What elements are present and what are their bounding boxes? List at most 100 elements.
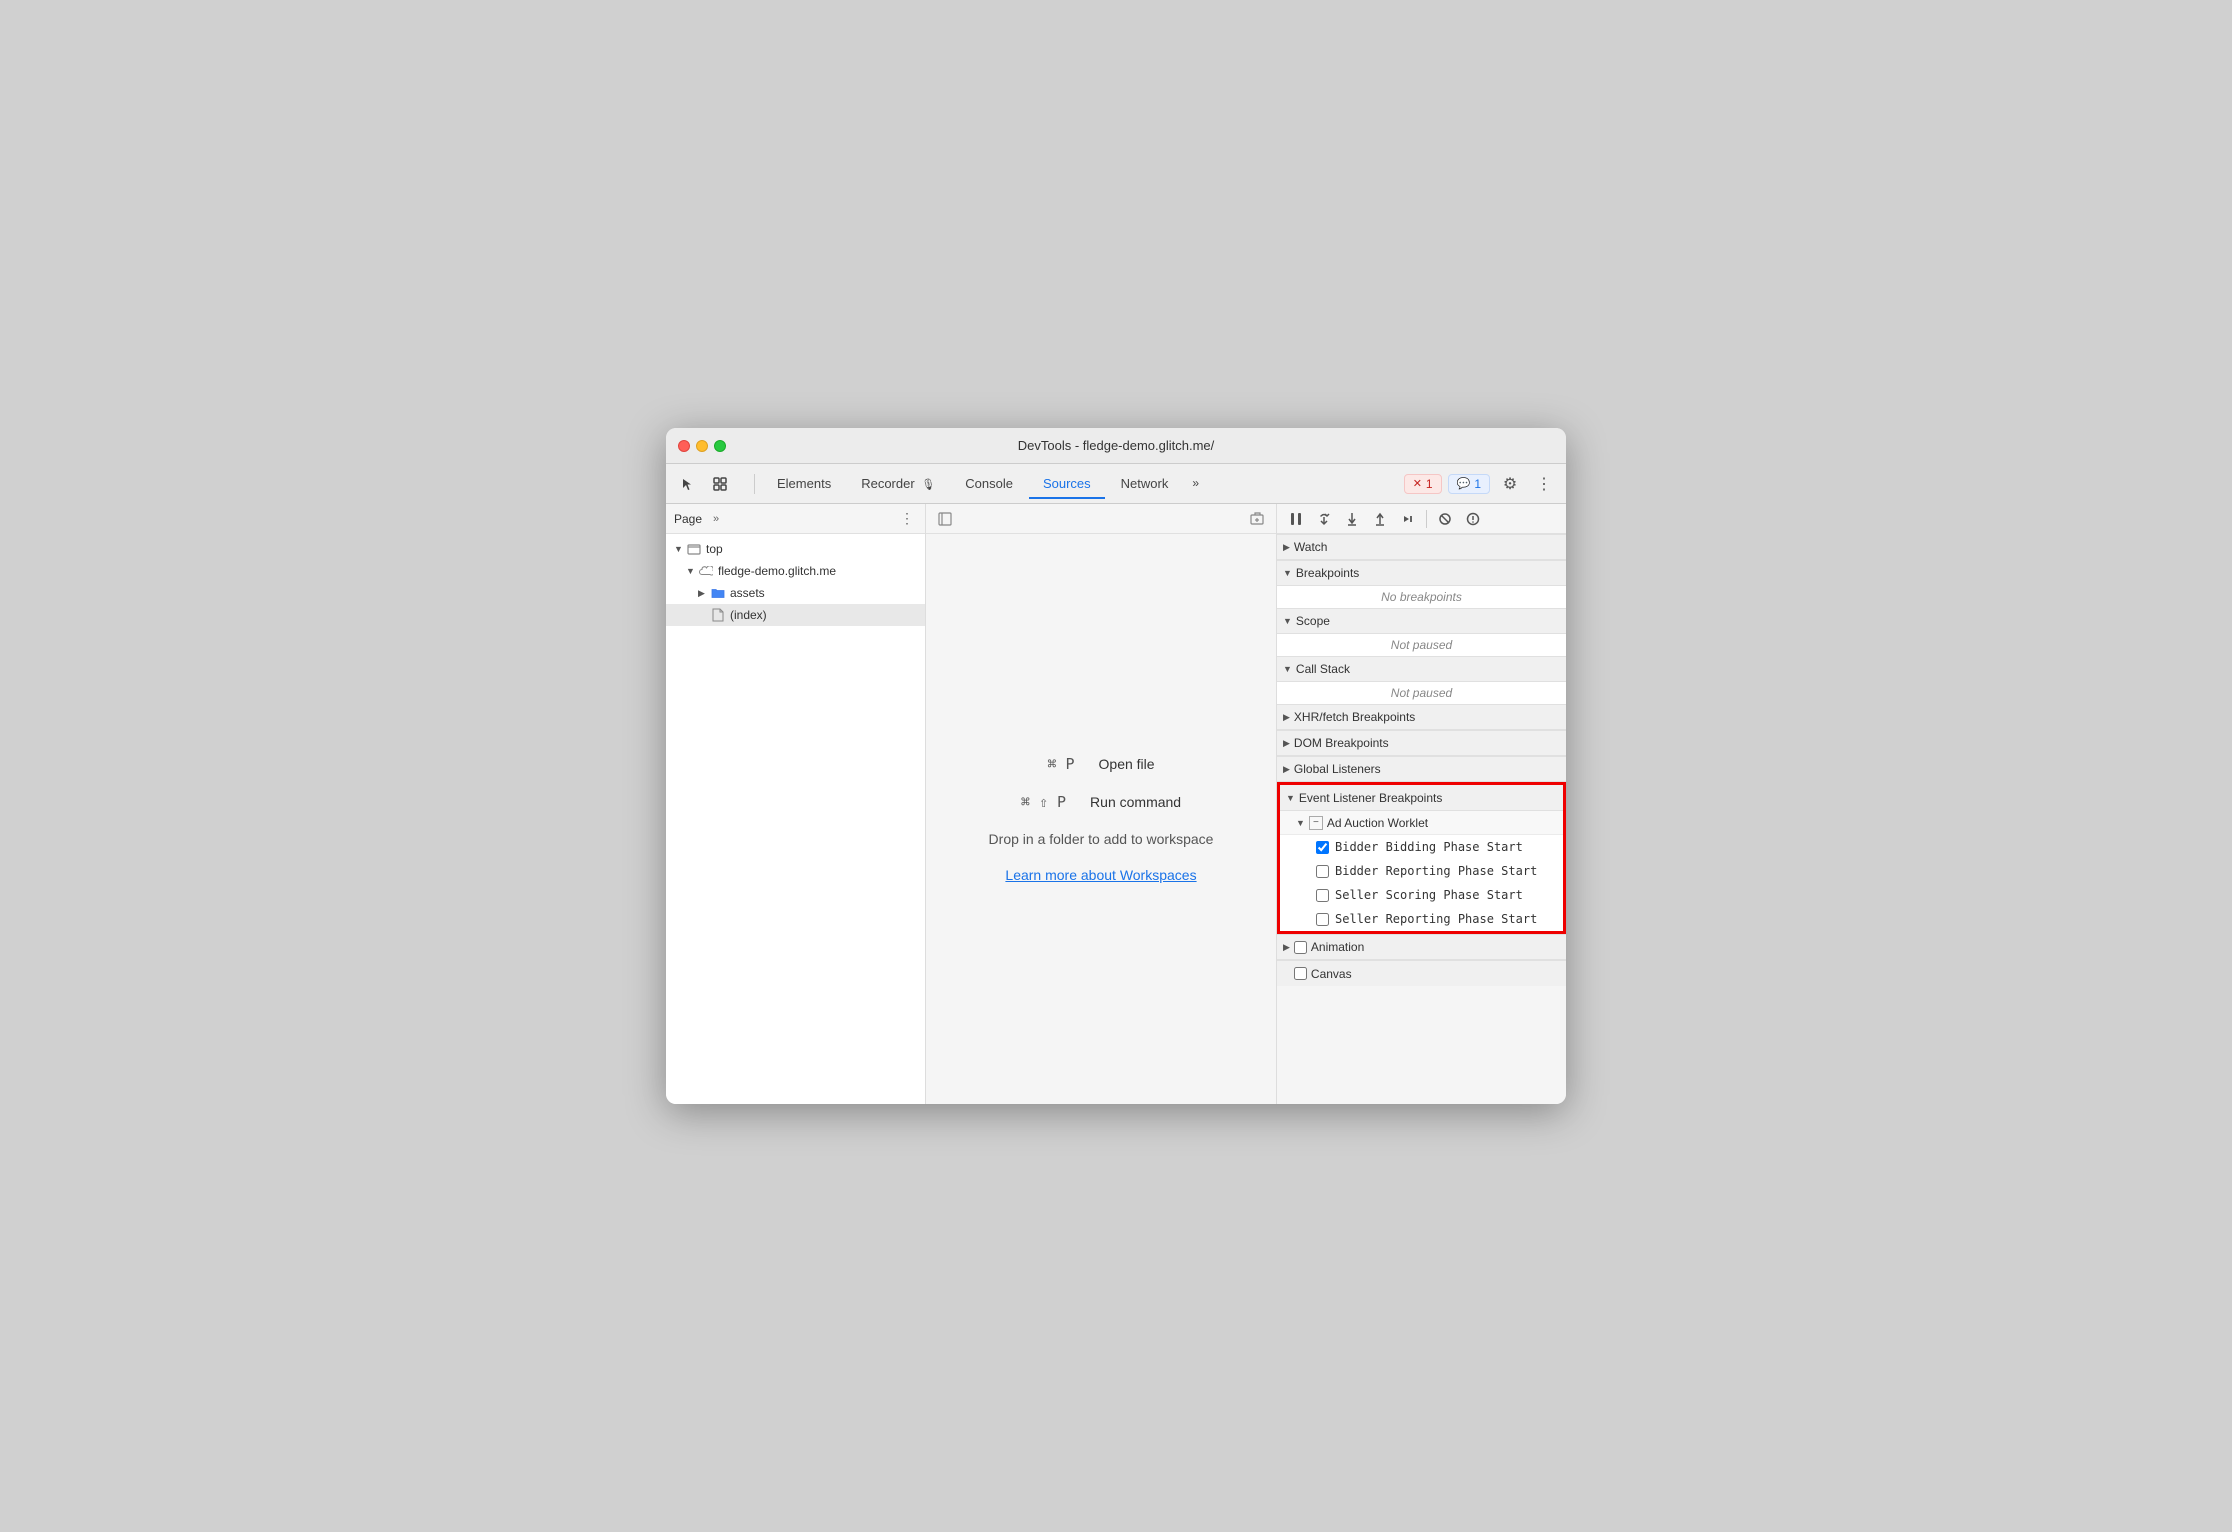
workspace-link[interactable]: Learn more about Workspaces bbox=[1005, 867, 1196, 883]
error-icon: ✕ bbox=[1413, 477, 1422, 490]
run-command-key: ⌘ ⇧ P bbox=[1021, 793, 1066, 811]
watch-label: Watch bbox=[1294, 540, 1328, 554]
window-title: DevTools - fledge-demo.glitch.me/ bbox=[1018, 438, 1215, 453]
recorder-icon: 🎙 bbox=[921, 479, 935, 491]
folder-icon bbox=[710, 585, 726, 601]
toolbar-icons bbox=[674, 470, 734, 498]
panel-title: Page bbox=[674, 512, 702, 526]
step-over-button[interactable] bbox=[1311, 506, 1337, 532]
debug-separator bbox=[1426, 510, 1427, 528]
panel-menu-icon[interactable]: ⋮ bbox=[897, 509, 917, 529]
right-content: ▶ Watch ▼ Breakpoints No breakpoints ▼ S… bbox=[1277, 534, 1566, 1104]
run-command-shortcut: ⌘ ⇧ P Run command bbox=[1021, 793, 1181, 811]
canvas-label: Canvas bbox=[1311, 967, 1352, 981]
settings-icon[interactable]: ⚙ bbox=[1496, 470, 1524, 498]
seller-reporting-row: Seller Reporting Phase Start bbox=[1280, 907, 1563, 931]
open-file-key: ⌘ P bbox=[1047, 755, 1074, 773]
ad-auction-minus[interactable]: − bbox=[1309, 816, 1323, 830]
seller-scoring-checkbox[interactable] bbox=[1316, 889, 1329, 902]
section-breakpoints[interactable]: ▼ Breakpoints bbox=[1277, 560, 1566, 586]
tree-arrow-domain: ▼ bbox=[686, 566, 698, 576]
animation-arrow: ▶ bbox=[1283, 942, 1290, 953]
tree-item-top[interactable]: ▼ top bbox=[666, 538, 925, 560]
info-count: 1 bbox=[1474, 477, 1481, 491]
step-into-button[interactable] bbox=[1339, 506, 1365, 532]
section-callstack[interactable]: ▼ Call Stack bbox=[1277, 656, 1566, 682]
bidder-reporting-checkbox[interactable] bbox=[1316, 865, 1329, 878]
ad-auction-label: Ad Auction Worklet bbox=[1327, 816, 1428, 830]
breakpoints-empty: No breakpoints bbox=[1373, 584, 1470, 610]
section-xhr[interactable]: ▶ XHR/fetch Breakpoints bbox=[1277, 704, 1566, 730]
scope-arrow: ▼ bbox=[1283, 616, 1292, 626]
info-icon: 💬 bbox=[1457, 477, 1471, 490]
global-arrow: ▶ bbox=[1283, 764, 1290, 775]
tab-more[interactable]: » bbox=[1184, 470, 1207, 498]
scope-content: Not paused bbox=[1277, 634, 1566, 656]
bidder-bidding-checkbox[interactable] bbox=[1316, 841, 1329, 854]
cursor-icon[interactable] bbox=[674, 470, 702, 498]
deactivate-breakpoints-button[interactable] bbox=[1432, 506, 1458, 532]
xhr-label: XHR/fetch Breakpoints bbox=[1294, 710, 1415, 724]
file-tree: ▼ top ▼ bbox=[666, 534, 925, 1104]
callstack-empty: Not paused bbox=[1383, 680, 1460, 706]
global-label: Global Listeners bbox=[1294, 762, 1381, 776]
bidder-reporting-label: Bidder Reporting Phase Start bbox=[1335, 864, 1537, 878]
tab-recorder[interactable]: Recorder 🎙 bbox=[847, 470, 949, 499]
run-command-label: Run command bbox=[1090, 794, 1181, 810]
maximize-button[interactable] bbox=[714, 440, 726, 452]
inspect-icon[interactable] bbox=[706, 470, 734, 498]
ad-auction-arrow: ▼ bbox=[1296, 818, 1305, 828]
section-global[interactable]: ▶ Global Listeners bbox=[1277, 756, 1566, 782]
step-out-button[interactable] bbox=[1367, 506, 1393, 532]
ad-auction-subsection[interactable]: ▼ − Ad Auction Worklet bbox=[1280, 811, 1563, 835]
file-icon bbox=[710, 607, 726, 623]
collapse-sidebar-icon[interactable] bbox=[934, 508, 956, 530]
animation-label: Animation bbox=[1311, 940, 1364, 954]
tab-sources[interactable]: Sources bbox=[1029, 470, 1105, 499]
tab-network[interactable]: Network bbox=[1107, 470, 1183, 499]
callstack-content: Not paused bbox=[1277, 682, 1566, 704]
folder-empty-icon bbox=[686, 541, 702, 557]
seller-scoring-label: Seller Scoring Phase Start bbox=[1335, 888, 1523, 902]
panel-expand-icon[interactable]: » bbox=[706, 509, 726, 529]
drop-text: Drop in a folder to add to workspace bbox=[989, 831, 1214, 847]
dom-arrow: ▶ bbox=[1283, 738, 1290, 749]
xhr-arrow: ▶ bbox=[1283, 712, 1290, 723]
event-listener-label: Event Listener Breakpoints bbox=[1299, 791, 1442, 805]
tree-item-index[interactable]: (index) bbox=[666, 604, 925, 626]
open-file-shortcut: ⌘ P Open file bbox=[1047, 755, 1154, 773]
right-panel: ▶ Watch ▼ Breakpoints No breakpoints ▼ S… bbox=[1276, 504, 1566, 1104]
bidder-reporting-row: Bidder Reporting Phase Start bbox=[1280, 859, 1563, 883]
event-listener-header[interactable]: ▼ Event Listener Breakpoints bbox=[1280, 785, 1563, 811]
error-badge[interactable]: ✕ 1 bbox=[1404, 474, 1442, 494]
step-button[interactable] bbox=[1395, 506, 1421, 532]
left-panel: Page » ⋮ ▼ top bbox=[666, 504, 926, 1104]
section-watch[interactable]: ▶ Watch bbox=[1277, 534, 1566, 560]
editor-content: ⌘ P Open file ⌘ ⇧ P Run command Drop in … bbox=[926, 534, 1276, 1104]
titlebar: DevTools - fledge-demo.glitch.me/ bbox=[666, 428, 1566, 464]
pause-button[interactable] bbox=[1283, 506, 1309, 532]
section-animation[interactable]: ▶ Animation bbox=[1277, 934, 1566, 960]
minimize-button[interactable] bbox=[696, 440, 708, 452]
dom-label: DOM Breakpoints bbox=[1294, 736, 1389, 750]
animation-checkbox[interactable] bbox=[1294, 941, 1307, 954]
main-content: Page » ⋮ ▼ top bbox=[666, 504, 1566, 1104]
tree-item-assets[interactable]: ▶ assets bbox=[666, 582, 925, 604]
section-canvas[interactable]: ▶ Canvas bbox=[1277, 960, 1566, 986]
tab-console[interactable]: Console bbox=[951, 470, 1027, 499]
tab-elements[interactable]: Elements bbox=[763, 470, 845, 499]
tree-item-domain[interactable]: ▼ fledge-demo.glitch.me bbox=[666, 560, 925, 582]
more-options-icon[interactable]: ⋮ bbox=[1530, 470, 1558, 498]
canvas-checkbox[interactable] bbox=[1294, 967, 1307, 980]
scope-empty: Not paused bbox=[1383, 632, 1460, 658]
section-scope[interactable]: ▼ Scope bbox=[1277, 608, 1566, 634]
open-tab-icon[interactable] bbox=[1246, 508, 1268, 530]
debug-toolbar bbox=[1277, 504, 1566, 534]
middle-panel: ⌘ P Open file ⌘ ⇧ P Run command Drop in … bbox=[926, 504, 1276, 1104]
close-button[interactable] bbox=[678, 440, 690, 452]
seller-reporting-checkbox[interactable] bbox=[1316, 913, 1329, 926]
info-badge[interactable]: 💬 1 bbox=[1448, 474, 1490, 494]
section-dom[interactable]: ▶ DOM Breakpoints bbox=[1277, 730, 1566, 756]
open-file-label: Open file bbox=[1099, 756, 1155, 772]
dont-pause-exceptions-button[interactable] bbox=[1460, 506, 1486, 532]
